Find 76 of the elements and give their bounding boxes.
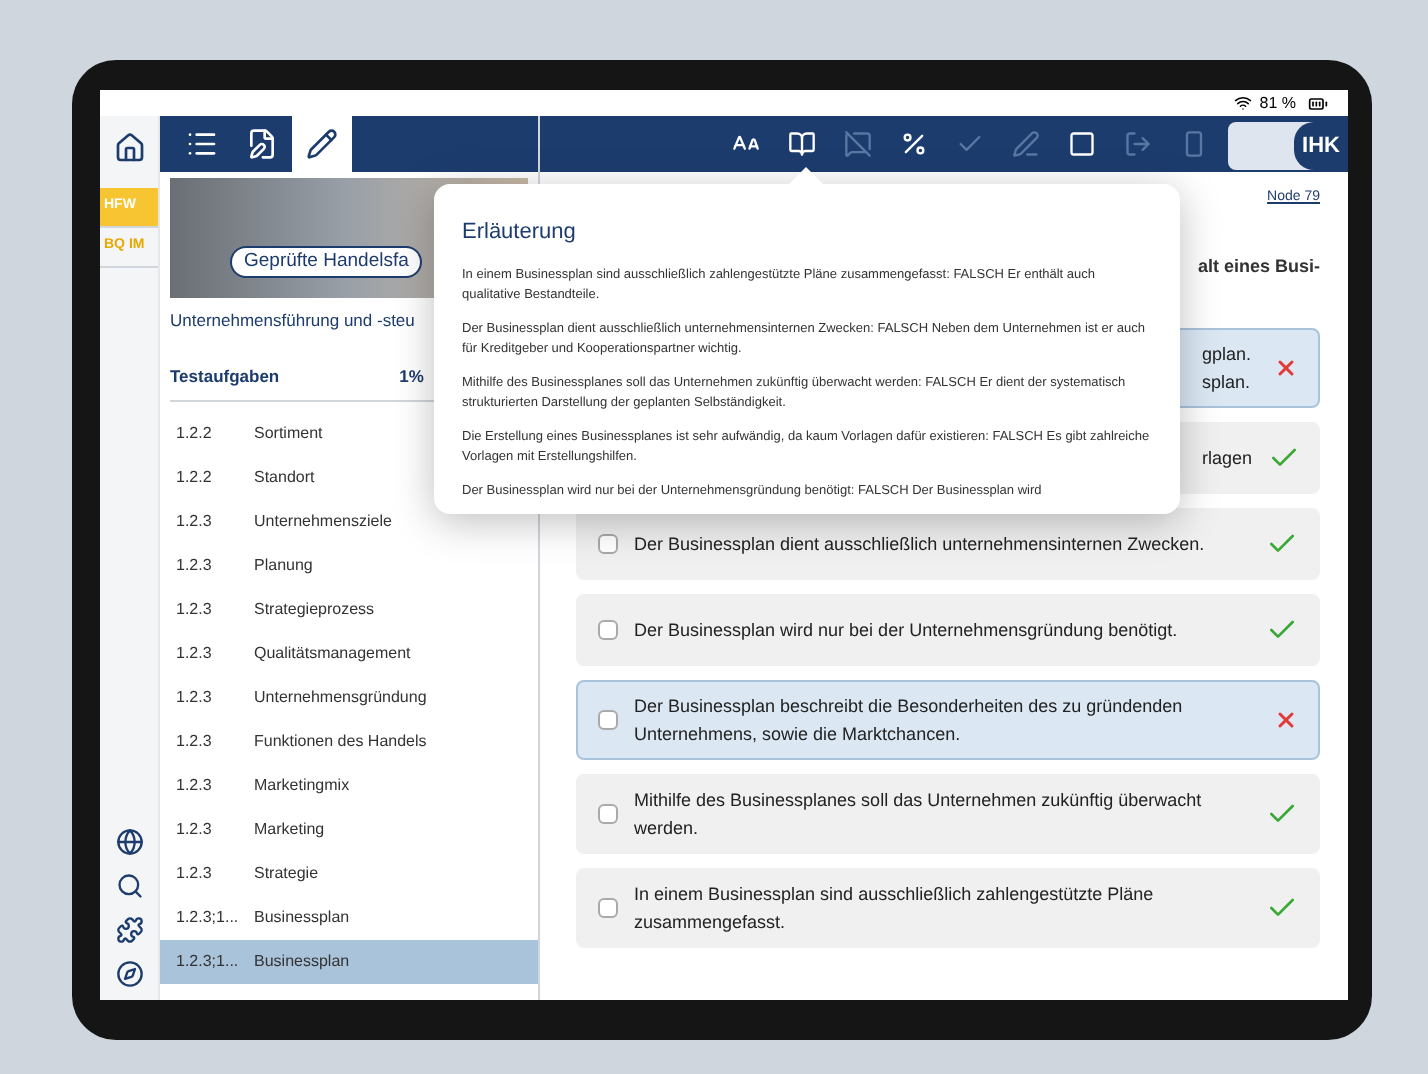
sidebar-tab[interactable] — [292, 116, 352, 172]
topic-number: 1.2.3;1... — [176, 905, 241, 929]
topic-list-item[interactable]: 1.2.3 Unternehmensziele — [160, 499, 538, 543]
topic-list-item[interactable]: 1.2.3 Planung — [160, 543, 538, 587]
puzzle-icon[interactable] — [115, 916, 143, 944]
answer-text: In einem Businessplan sind ausschließlich zahlengestützte Pläne zusammengefasst. — [634, 882, 1156, 936]
topic-number: 1.2.3 — [176, 509, 214, 533]
topic-number: 1.2.3 — [176, 729, 214, 753]
section-title: Testaufgaben — [170, 363, 280, 389]
answer-checkbox[interactable] — [598, 534, 618, 554]
topic-number: 1.2.3;1... — [176, 949, 241, 973]
topic-number: 1.2.3 — [176, 641, 214, 665]
square-button[interactable] — [1068, 130, 1096, 158]
logo-text: IHK — [1294, 122, 1348, 170]
edit-icon — [246, 128, 278, 160]
course-subtitle: Unternehmensführung und -steu — [168, 308, 417, 334]
compass-icon[interactable] — [115, 960, 143, 988]
topic-list-item[interactable]: 1.2.3;1... Businessplan — [160, 939, 538, 983]
banner-title: Geprüfte Handelsfa — [230, 245, 423, 278]
topic-title: Businessplan — [254, 949, 350, 973]
topic-title: Funktionen des Handels — [254, 729, 427, 753]
topic-title: Strategieprozess — [254, 597, 375, 621]
topic-list-item[interactable]: 1.2.3 Funktionen des Handels — [160, 719, 538, 763]
topic-list-item[interactable]: 1.2.3 Strategie — [160, 851, 538, 895]
topic-number: 1.2.2 — [176, 465, 214, 489]
topic-list-item[interactable]: 1.2.3 Strategieprozess — [160, 587, 538, 631]
pencil-icon — [306, 128, 338, 160]
topic-title: Marketingmix — [254, 773, 350, 797]
answer-text: Der Businessplan dient ausschließlich unternehmensinternen Zwecken. — [634, 532, 1207, 558]
search-icon[interactable] — [115, 872, 143, 900]
topic-title: Unternehmensziele — [254, 509, 392, 533]
home-icon[interactable] — [113, 132, 145, 164]
battery-icon — [1304, 93, 1332, 113]
answer-checkbox[interactable] — [598, 898, 618, 918]
topic-title: Marketing — [254, 817, 325, 841]
globe-icon[interactable] — [115, 828, 143, 856]
topic-number: 1.2.2 — [176, 421, 214, 445]
topic-number: 1.2.3 — [176, 597, 214, 621]
topic-number: 1.2.3 — [176, 773, 214, 797]
answer-text: Mithilfe des Businessplanes soll das Unternehmen zukünftig überwacht werden. — [634, 788, 1204, 842]
answer-checkbox[interactable] — [598, 620, 618, 640]
topic-title: Unternehmensgründung — [254, 685, 427, 709]
topic-list-item[interactable]: 1.2.3;1... Businessplan — [160, 895, 538, 939]
topic-list-item[interactable]: 1.2.3 Qualitätsmanagement — [160, 631, 538, 675]
answer-text: gplan. splan. — [1202, 342, 1252, 396]
topic-number: 1.2.3 — [176, 861, 214, 885]
battery-percent: 81 % — [1259, 91, 1296, 115]
answer-text: rlagen — [1202, 446, 1253, 472]
book-button[interactable] — [788, 130, 816, 158]
list-icon — [186, 128, 218, 160]
topic-list-item[interactable]: 1.2.3 Marketingmix — [160, 763, 538, 807]
answer-option[interactable]: Der Businessplan dient ausschließlich unternehmensinternen Zwecken. — [576, 508, 1320, 580]
answer-option[interactable]: Mithilfe des Businessplanes soll das Unternehmen zukünftig überwacht werden. — [576, 774, 1320, 854]
topic-title: Businessplan — [254, 905, 350, 929]
topic-number: 1.2.3 — [176, 553, 214, 577]
topic-list-item[interactable]: 1.2.3 Marketing — [160, 807, 538, 851]
topic-list-item[interactable]: 1.2.3 Unternehmensgründung — [160, 675, 538, 719]
answer-checkbox[interactable] — [598, 804, 618, 824]
answer-option[interactable]: Der Businessplan beschreibt die Besonderheiten des zu gründenden Unternehmens, sowie die Marktchancen. — [576, 680, 1320, 760]
progress-percent: 1% — [399, 363, 424, 389]
answer-option[interactable]: In einem Businessplan sind ausschließlich zahlengestützte Pläne zusammengefasst. — [576, 868, 1320, 948]
wifi-icon — [1233, 94, 1252, 112]
topic-number: 1.2.3 — [176, 685, 214, 709]
topic-title: Strategie — [254, 861, 319, 885]
percent-button[interactable] — [900, 130, 928, 158]
answer-text: Der Businessplan wird nur bei der Unternehmensgründung benötigt. — [634, 618, 1180, 644]
answer-text: Der Businessplan beschreibt die Besonderheiten des zu gründenden Unternehmens, sowie die Marktchancen. — [634, 694, 1185, 748]
topic-title: Qualitätsmanagement — [254, 641, 411, 665]
answer-checkbox[interactable] — [598, 710, 618, 730]
topic-title: Planung — [254, 553, 313, 577]
popover-title: Erläuterung — [462, 218, 578, 248]
topic-title: Sortiment — [254, 421, 323, 445]
question-text: alt eines Busi- — [1197, 253, 1320, 279]
topic-title: Standort — [254, 465, 315, 489]
answer-option[interactable]: Der Businessplan wird nur bei der Unternehmensgründung benötigt. — [576, 594, 1320, 666]
topic-number: 1.2.3 — [176, 817, 214, 841]
